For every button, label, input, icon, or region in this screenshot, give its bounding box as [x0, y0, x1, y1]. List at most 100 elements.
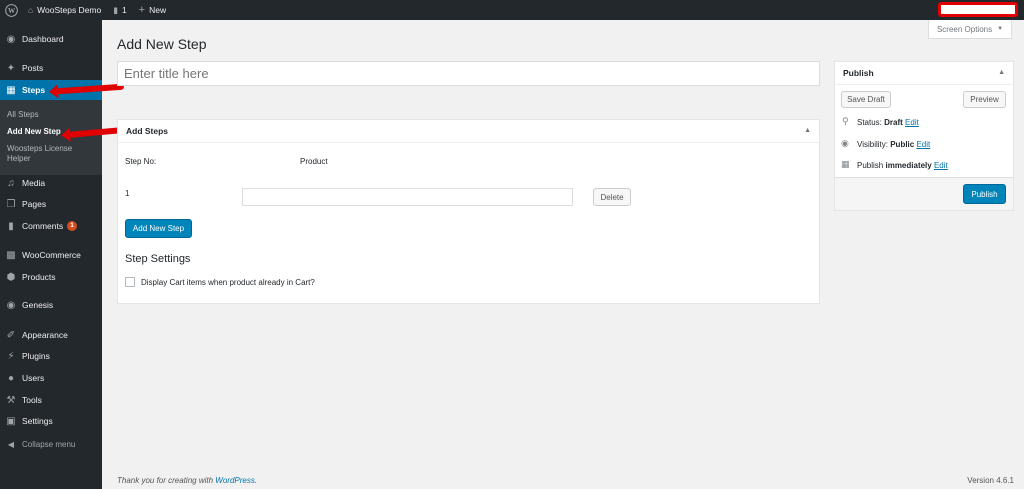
sidebar-item-label: Comments	[22, 221, 64, 231]
sidebar-item-label: Posts	[22, 63, 44, 73]
display-cart-items-checkbox[interactable]	[125, 277, 135, 287]
svg-text:W: W	[7, 7, 15, 15]
pushpin-icon: ✦	[6, 62, 16, 74]
comment-icon: ▮	[8, 220, 14, 232]
sidebar-item-label: Users	[22, 373, 45, 383]
sidebar-item-label: Dashboard	[22, 34, 64, 44]
wordpress-link[interactable]: WordPress	[215, 476, 255, 485]
wordpress-logo-icon[interactable]: W	[0, 0, 22, 20]
preview-button[interactable]: Preview	[963, 91, 1006, 108]
display-cart-items-label: Display Cart items when product already …	[141, 278, 315, 287]
sidebar-item-comments[interactable]: ▮ Comments 1	[0, 216, 102, 236]
visibility-label: Visibility:	[857, 140, 888, 149]
sidebar-item-label: Products	[22, 272, 56, 282]
sidebar-item-genesis[interactable]: ◉ Genesis	[0, 295, 102, 315]
add-steps-heading: Add Steps	[126, 126, 169, 136]
admin-bar: W ⌂ WooSteps Demo ▮ 1 + New	[0, 0, 1024, 20]
publish-edit-link[interactable]: Edit	[934, 161, 948, 170]
status-row: Status: Draft Edit	[857, 118, 919, 127]
products-icon: ⬢	[6, 271, 16, 283]
column-header-product: Product	[300, 157, 328, 166]
sidebar-item-dashboard[interactable]: ◉ Dashboard	[0, 29, 102, 49]
sidebar-item-label: Pages	[22, 199, 47, 209]
footer-version: Version 4.6.1	[967, 476, 1014, 485]
delete-step-button[interactable]: Delete	[593, 188, 631, 206]
sidebar-item-posts[interactable]: ✦ Posts	[0, 58, 102, 78]
footer-thank-you-text: Thank you for creating with	[117, 476, 214, 485]
settings-icon: ▣	[6, 415, 16, 427]
woocommerce-icon: ▩	[6, 249, 16, 261]
visibility-row: Visibility: Public Edit	[857, 140, 930, 149]
site-name-link[interactable]: ⌂ WooSteps Demo	[22, 0, 107, 20]
visibility-edit-link[interactable]: Edit	[916, 140, 930, 149]
license-line-2: Helper	[7, 154, 31, 163]
publish-heading: Publish	[843, 68, 874, 78]
publish-button[interactable]: Publish	[963, 184, 1006, 204]
save-draft-button[interactable]: Save Draft	[841, 91, 891, 108]
submenu-license-helper[interactable]: Woosteps License Helper	[7, 144, 72, 164]
step-settings-heading: Step Settings	[125, 253, 191, 265]
add-steps-box: Add Steps ▲	[117, 119, 820, 304]
comments-badge: 1	[67, 221, 78, 231]
plus-icon: +	[138, 4, 146, 16]
redacted-account-box	[938, 2, 1018, 17]
sidebar-item-label: Appearance	[22, 330, 68, 340]
product-input[interactable]	[242, 188, 573, 206]
sidebar-item-label: Steps	[22, 85, 46, 95]
toggle-arrow-icon[interactable]: ▲	[804, 127, 811, 134]
publish-value: immediately	[885, 161, 932, 170]
collapse-menu-button[interactable]: ◀ Collapse menu	[0, 436, 102, 452]
sidebar-item-products[interactable]: ⬢ Products	[0, 267, 102, 287]
sidebar-item-label: Tools	[22, 395, 42, 405]
sidebar-item-settings[interactable]: ▣ Settings	[0, 411, 102, 431]
sidebar-item-woocommerce[interactable]: ▩ WooCommerce	[0, 245, 102, 265]
calendar-icon: ▦	[841, 159, 850, 169]
home-icon: ⌂	[28, 5, 34, 15]
dashboard-icon: ◉	[6, 33, 16, 45]
title-input[interactable]	[117, 61, 820, 86]
comments-link[interactable]: ▮ 1	[107, 0, 132, 20]
add-steps-header[interactable]: Add Steps ▲	[118, 120, 819, 143]
license-line-1: Woosteps License	[7, 144, 73, 153]
pages-icon: ❐	[6, 198, 16, 210]
sidebar-item-tools[interactable]: ⚒ Tools	[0, 390, 102, 410]
sidebar-item-plugins[interactable]: ⚡ Plugins	[0, 346, 102, 366]
new-label: New	[149, 5, 167, 15]
steps-icon: ▦	[6, 84, 16, 96]
caret-down-icon: ▼	[997, 26, 1004, 32]
status-label: Status:	[857, 118, 882, 127]
add-new-step-button[interactable]: Add New Step	[125, 219, 192, 238]
sidebar-item-pages[interactable]: ❐ Pages	[0, 194, 102, 214]
new-content-link[interactable]: + New	[133, 0, 172, 20]
footer-period: .	[254, 476, 258, 485]
collapse-label: Collapse menu	[22, 439, 76, 449]
comment-bubble-icon: ▮	[113, 4, 118, 15]
sidebar-item-label: Genesis	[22, 300, 54, 310]
preview-label: Preview	[970, 95, 999, 104]
submenu-all-steps[interactable]: All Steps	[7, 110, 39, 119]
publish-schedule-row: Publish immediately Edit	[857, 161, 948, 170]
media-icon: ♫	[7, 177, 15, 189]
submenu-add-new-step[interactable]: Add New Step	[7, 127, 61, 136]
status-edit-link[interactable]: Edit	[905, 118, 919, 127]
status-value: Draft	[884, 118, 903, 127]
publish-header[interactable]: Publish ▲	[835, 62, 1013, 85]
sidebar-item-appearance[interactable]: ✐ Appearance	[0, 325, 102, 345]
footer-thank-you: Thank you for creating with WordPress.	[117, 476, 257, 485]
sidebar-item-label: Media	[22, 178, 46, 188]
sidebar-item-label: Settings	[22, 416, 53, 426]
screen-options-button[interactable]: Screen Options ▼	[928, 20, 1012, 39]
sidebar-item-users[interactable]: ● Users	[0, 368, 102, 388]
sidebar-item-label: WooCommerce	[22, 250, 81, 260]
screen-options-label: Screen Options	[936, 24, 993, 34]
pin-icon: ⚲	[842, 116, 849, 126]
wrench-icon: ⚒	[6, 394, 16, 406]
save-draft-label: Save Draft	[847, 95, 885, 104]
genesis-icon: ◉	[6, 299, 16, 311]
sidebar-item-media[interactable]: ♫ Media	[0, 173, 102, 193]
toggle-arrow-icon[interactable]: ▲	[998, 69, 1005, 76]
visibility-value: Public	[890, 140, 915, 149]
user-icon: ●	[7, 372, 15, 384]
eye-icon: ◉	[841, 138, 849, 148]
steps-submenu: All Steps Add New Step Woosteps License …	[0, 100, 102, 175]
